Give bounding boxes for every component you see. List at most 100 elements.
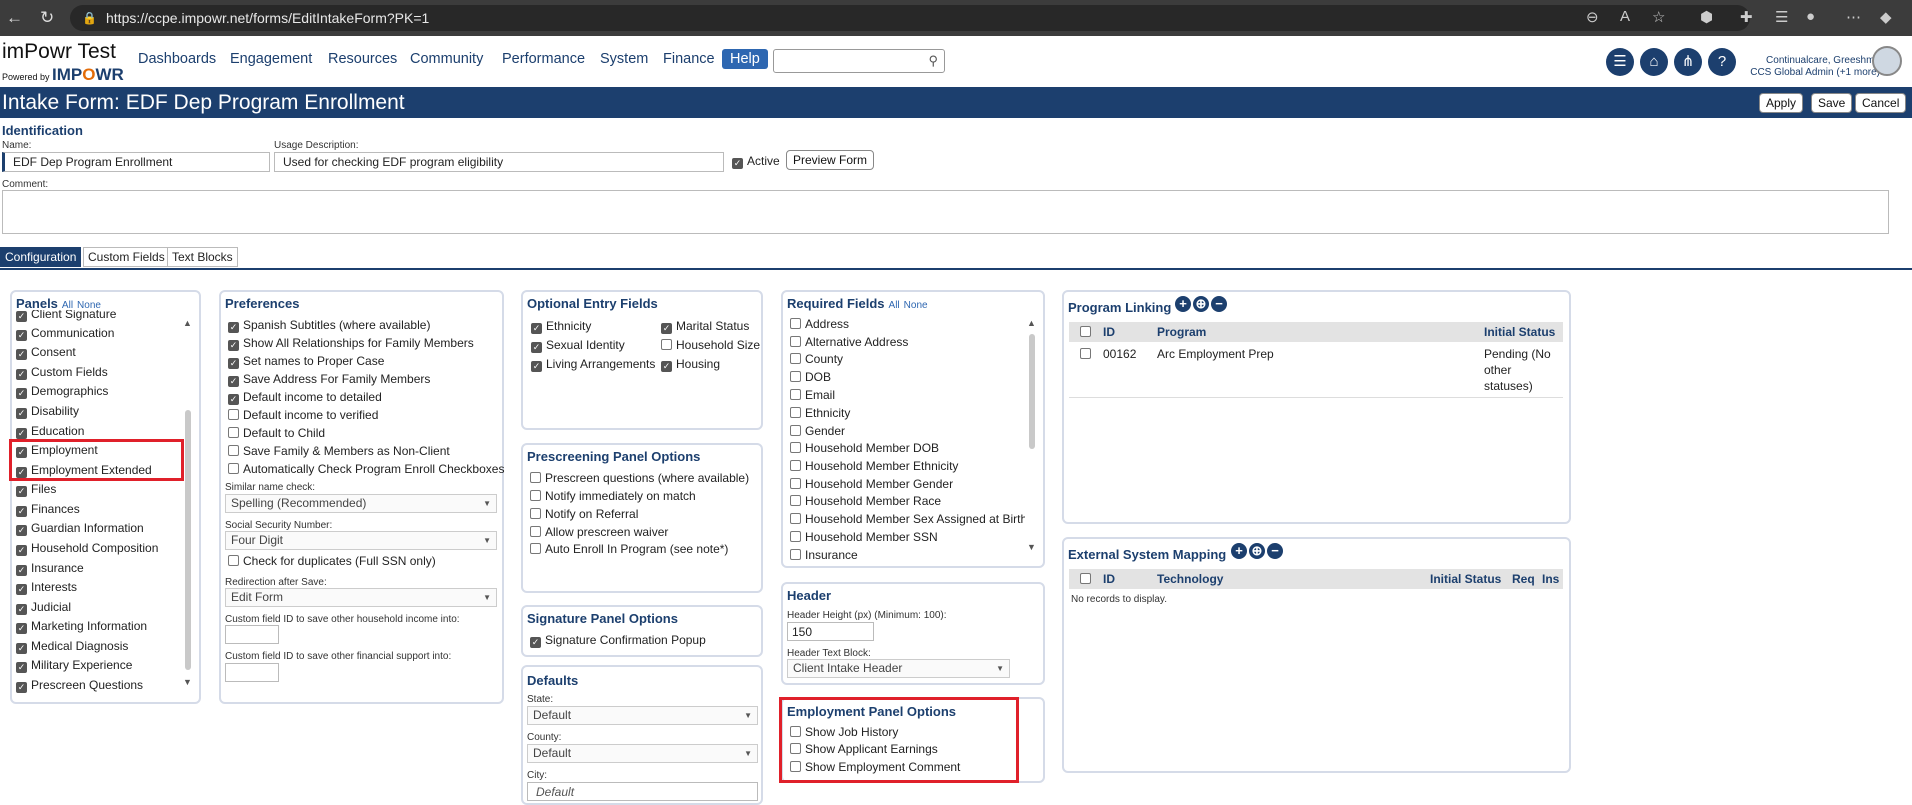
col-initial-status[interactable]: Initial Status <box>1430 572 1501 586</box>
name-field[interactable]: EDF Dep Program Enrollment <box>2 152 270 172</box>
prescreen-item[interactable]: Prescreen questions (where available) <box>530 470 749 486</box>
menu-community[interactable]: Community <box>410 51 483 67</box>
scroll-down-icon[interactable]: ▼ <box>1027 542 1036 552</box>
address-bar[interactable]: 🔒 https://ccpe.impowr.net/forms/EditInta… <box>70 5 1750 31</box>
global-search-input[interactable]: ⚲ <box>773 49 945 73</box>
optional-item[interactable]: ✓ Marital Status <box>661 318 749 334</box>
table-row[interactable]: 00162 Arc Employment Prep Pending (No ot… <box>1069 344 1563 398</box>
pref-item[interactable]: Default to Child <box>228 425 325 441</box>
header-block-select[interactable]: Client Intake Header ▼ <box>787 659 1010 678</box>
more-icon[interactable]: ⋯ <box>1846 8 1861 26</box>
cf-income-field[interactable] <box>225 625 279 644</box>
pref-item[interactable]: ✓ Set names to Proper Case <box>228 353 384 369</box>
apply-button[interactable]: Apply <box>1759 93 1804 113</box>
save-button[interactable]: Save <box>1811 93 1853 113</box>
menu-engagement[interactable]: Engagement <box>230 51 312 67</box>
required-all-link[interactable]: All <box>889 300 900 311</box>
home-icon[interactable]: ⌂ <box>1640 48 1668 76</box>
required-scrollbar[interactable] <box>1029 334 1035 449</box>
optional-item[interactable]: ✓ Housing <box>661 356 720 372</box>
header-height-field[interactable]: 150 <box>787 622 874 641</box>
optional-item[interactable]: Household Size <box>661 337 760 353</box>
puzzle-icon[interactable]: ✚ <box>1740 8 1753 26</box>
pref-item[interactable]: Automatically Check Program Enroll Check… <box>228 461 504 477</box>
required-item[interactable]: Household Member Gender <box>790 476 953 492</box>
menu-performance[interactable]: Performance <box>502 51 585 67</box>
select-all-checkbox[interactable] <box>1080 573 1091 584</box>
panel-item[interactable]: ✓ Communication <box>16 325 114 341</box>
collections-icon[interactable]: ☰ <box>1775 8 1788 26</box>
scroll-up-icon[interactable]: ▲ <box>1027 318 1036 328</box>
active-checkbox[interactable]: ✓ Active <box>732 153 780 169</box>
pref-item[interactable]: ✓ Spanish Subtitles (where available) <box>228 317 430 333</box>
panel-item[interactable]: ✓ Client Signature <box>16 310 116 322</box>
panel-item[interactable]: ✓ Insurance <box>16 560 84 576</box>
list-icon[interactable]: ☰ <box>1606 48 1634 76</box>
required-item[interactable]: Alternative Address <box>790 334 908 350</box>
add-icon[interactable]: + <box>1231 543 1247 559</box>
usage-description-field[interactable]: Used for checking EDF program eligibilit… <box>274 152 724 172</box>
col-req[interactable]: Req <box>1512 572 1535 586</box>
cancel-button[interactable]: Cancel <box>1855 93 1907 113</box>
similar-name-select[interactable]: Spelling (Recommended) ▼ <box>225 494 497 513</box>
panel-item[interactable]: ✓ Demographics <box>16 383 108 399</box>
required-item[interactable]: Address <box>790 316 849 332</box>
state-select[interactable]: Default ▼ <box>527 706 758 725</box>
county-select[interactable]: Default ▼ <box>527 744 758 763</box>
panel-item[interactable]: ✓ Disability <box>16 403 79 419</box>
comment-field[interactable] <box>2 190 1889 234</box>
menu-dashboards[interactable]: Dashboards <box>138 51 216 67</box>
optional-item[interactable]: ✓ Sexual Identity <box>531 337 625 353</box>
prescreen-item[interactable]: Allow prescreen waiver <box>530 524 668 540</box>
preview-form-button[interactable]: Preview Form <box>786 150 875 170</box>
user-role[interactable]: CCS Global Admin (+1 more) <box>1740 67 1880 78</box>
share-icon[interactable]: ⋔ <box>1674 48 1702 76</box>
cf-support-field[interactable] <box>225 663 279 682</box>
pref-item[interactable]: ✓ Default income to detailed <box>228 389 382 405</box>
pref-item[interactable]: Save Family & Members as Non-Client <box>228 443 450 459</box>
panels-scrollbar[interactable] <box>185 410 191 670</box>
col-program[interactable]: Program <box>1157 325 1206 339</box>
scroll-up-icon[interactable]: ▲ <box>183 318 192 328</box>
favorite-icon[interactable]: ☆ <box>1652 8 1665 26</box>
required-item[interactable]: Insurance <box>790 547 858 562</box>
menu-help[interactable]: Help <box>722 49 768 69</box>
prescreen-item[interactable]: Notify immediately on match <box>530 488 696 504</box>
required-item[interactable]: Household Member Sex Assigned at Birth <box>790 511 1025 527</box>
panel-item[interactable]: ✓ Household Composition <box>16 540 158 556</box>
tab-text-blocks[interactable]: Text Blocks <box>167 247 238 267</box>
scroll-down-icon[interactable]: ▼ <box>183 677 192 687</box>
ssn-select[interactable]: Four Digit ▼ <box>225 531 497 550</box>
panel-item[interactable]: ✓ Marketing Information <box>16 618 147 634</box>
add-multiple-icon[interactable]: ⊕ <box>1193 296 1209 312</box>
panel-item[interactable]: ✓ Custom Fields <box>16 364 108 380</box>
tab-custom-fields[interactable]: Custom Fields <box>83 247 170 267</box>
add-multiple-icon[interactable]: ⊕ <box>1249 543 1265 559</box>
extension-icon[interactable]: ⬢ <box>1700 8 1713 26</box>
col-technology[interactable]: Technology <box>1157 572 1223 586</box>
panel-item[interactable]: ✓ Files <box>16 481 56 497</box>
panel-item[interactable]: ✓ Education <box>16 423 84 439</box>
required-item[interactable]: Household Member Race <box>790 493 941 509</box>
required-item[interactable]: Ethnicity <box>790 405 850 421</box>
reload-icon[interactable]: ↻ <box>40 7 54 29</box>
required-item[interactable]: Gender <box>790 423 845 439</box>
panel-item[interactable]: ✓ Guardian Information <box>16 520 144 536</box>
add-icon[interactable]: + <box>1175 296 1191 312</box>
panel-item[interactable]: ✓ Military Experience <box>16 657 132 673</box>
row-checkbox[interactable] <box>1080 348 1091 359</box>
panel-item[interactable]: ✓ Medical Diagnosis <box>16 638 128 654</box>
panel-item[interactable]: ✓ Prescreen Questions <box>16 677 143 693</box>
user-name[interactable]: Continualcare, Greeshma <box>1740 55 1880 66</box>
col-id[interactable]: ID <box>1103 325 1115 339</box>
menu-resources[interactable]: Resources <box>328 51 397 67</box>
app-logo-title[interactable]: imPowr Test <box>2 40 116 64</box>
required-item[interactable]: Household Member SSN <box>790 529 938 545</box>
zoom-icon[interactable]: ⊖ <box>1586 8 1599 26</box>
panel-item[interactable]: ✓ Finances <box>16 501 80 517</box>
back-icon[interactable]: ← <box>6 7 23 29</box>
col-id[interactable]: ID <box>1103 572 1115 586</box>
required-item[interactable]: Household Member Ethnicity <box>790 458 958 474</box>
required-item[interactable]: County <box>790 351 843 367</box>
panel-item[interactable]: ✓ Consent <box>16 344 76 360</box>
